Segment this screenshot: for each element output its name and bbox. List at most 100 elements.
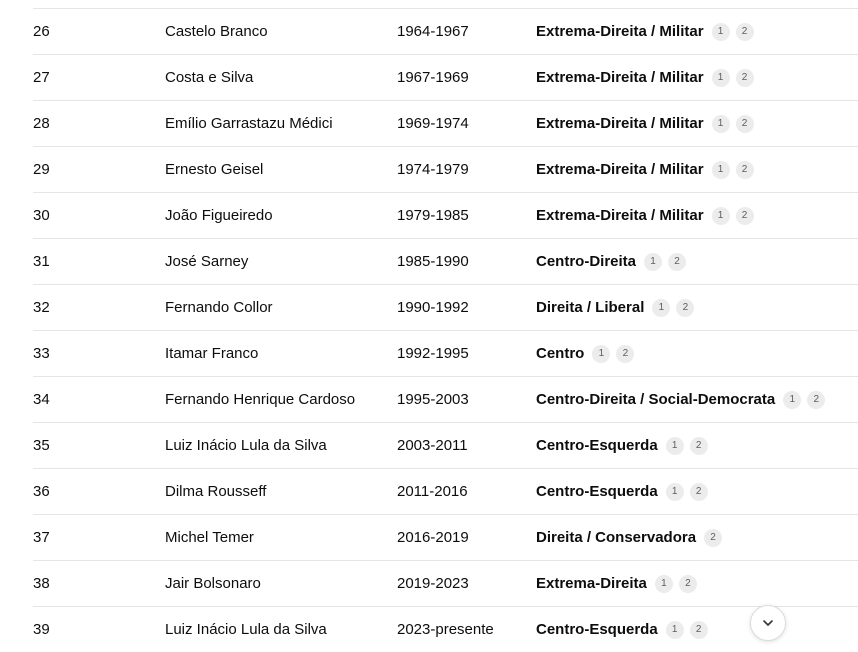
citation-badge[interactable]: 1: [652, 298, 671, 317]
political-orientation: Centro-Direita: [536, 253, 637, 270]
president-name: Fernando Henrique Cardoso: [165, 391, 356, 408]
table-row: 38 Jair Bolsonaro 2019-2023 Extrema-Direita…: [33, 561, 858, 607]
president-name: Michel Temer: [165, 529, 254, 546]
citation-badge[interactable]: 1: [711, 22, 730, 41]
orientation-cell: Extrema-Direita / Militar 1 2: [536, 9, 754, 54]
political-orientation: Direita / Conservadora: [536, 529, 697, 546]
citation-badge[interactable]: 1: [644, 252, 663, 271]
citation-badge[interactable]: 2: [668, 252, 687, 271]
term-period: 1964-1967: [397, 23, 469, 40]
president-name: Luiz Inácio Lula da Silva: [165, 621, 327, 638]
table-row: 26 Castelo Branco 1964-1967 Extrema-Direita…: [33, 9, 858, 55]
row-number: 38: [33, 575, 50, 592]
orientation-cell: Centro-Esquerda 1 2: [536, 423, 708, 468]
table-row: 34 Fernando Henrique Cardoso 1995-2003 Cent…: [33, 377, 858, 423]
chevron-down-icon: [763, 620, 773, 626]
orientation-cell: Centro-Direita 1 2: [536, 239, 687, 284]
citation-badge[interactable]: 2: [735, 160, 754, 179]
citation-badge[interactable]: 1: [665, 482, 684, 501]
presidents-table: 26 Castelo Branco 1964-1967 Extrema-Direita…: [33, 0, 858, 652]
citation-badge[interactable]: 2: [689, 482, 708, 501]
row-number: 27: [33, 69, 50, 86]
political-orientation: Centro-Esquerda: [536, 621, 658, 638]
citation-badge[interactable]: 1: [654, 574, 673, 593]
president-name: Ernesto Geisel: [165, 161, 264, 178]
president-name: Itamar Franco: [165, 345, 259, 362]
president-name: Costa e Silva: [165, 69, 254, 86]
term-period: 2016-2019: [397, 529, 469, 546]
term-period: 1969-1974: [397, 115, 469, 132]
citation-badge[interactable]: 2: [735, 22, 754, 41]
citation-badge[interactable]: 1: [711, 160, 730, 179]
citation-badge[interactable]: 2: [735, 68, 754, 87]
political-orientation: Extrema-Direita / Militar: [536, 207, 704, 224]
orientation-cell: Direita / Conservadora 2: [536, 515, 723, 560]
president-name: João Figueiredo: [165, 207, 273, 224]
political-orientation: Extrema-Direita: [536, 575, 647, 592]
citation-badge[interactable]: 1: [665, 620, 684, 639]
table-row: 27 Costa e Silva 1967-1969 Extrema-Direita …: [33, 55, 858, 101]
political-orientation: Extrema-Direita / Militar: [536, 115, 704, 132]
term-period: 2023-presente: [397, 621, 494, 638]
orientation-cell: Extrema-Direita / Militar 1 2: [536, 55, 754, 100]
president-name: Luiz Inácio Lula da Silva: [165, 437, 327, 454]
table-row: 30 João Figueiredo 1979-1985 Extrema-Direit…: [33, 193, 858, 239]
citation-badge[interactable]: 2: [735, 114, 754, 133]
political-orientation: Extrema-Direita / Militar: [536, 161, 704, 178]
president-name: Emílio Garrastazu Médici: [165, 115, 333, 132]
term-period: 1974-1979: [397, 161, 469, 178]
citation-badge[interactable]: 1: [665, 436, 684, 455]
row-number: 31: [33, 253, 50, 270]
scroll-to-bottom-button[interactable]: [750, 605, 786, 641]
citation-badge[interactable]: 1: [783, 390, 802, 409]
table-row: 31 José Sarney 1985-1990 Centro-Direita 1 2: [33, 239, 858, 285]
table-row: 35 Luiz Inácio Lula da Silva 2003-2011 Cent…: [33, 423, 858, 469]
row-number: 29: [33, 161, 50, 178]
citation-badge[interactable]: 2: [807, 390, 826, 409]
term-period: 1985-1990: [397, 253, 469, 270]
table-row: 36 Dilma Rousseff 2011-2016 Centro-Esquerda…: [33, 469, 858, 515]
row-number: 35: [33, 437, 50, 454]
citation-badge[interactable]: 2: [689, 436, 708, 455]
table-row: 37 Michel Temer 2016-2019 Direita / Conserv…: [33, 515, 858, 561]
term-period: 1995-2003: [397, 391, 469, 408]
row-number: 36: [33, 483, 50, 500]
citation-badge[interactable]: 2: [678, 574, 697, 593]
term-period: 1992-1995: [397, 345, 469, 362]
citation-badge[interactable]: 1: [592, 344, 611, 363]
citation-badge[interactable]: 2: [689, 620, 708, 639]
table-top-divider: [33, 0, 858, 9]
orientation-cell: Centro 1 2: [536, 331, 635, 376]
political-orientation: Centro-Esquerda: [536, 483, 658, 500]
term-period: 2011-2016: [397, 483, 468, 500]
president-name: Jair Bolsonaro: [165, 575, 261, 592]
citation-badge[interactable]: 2: [676, 298, 695, 317]
table-row: 39 Luiz Inácio Lula da Silva 2023-presente…: [33, 607, 858, 652]
citation-badge[interactable]: 1: [711, 114, 730, 133]
orientation-cell: Extrema-Direita / Militar 1 2: [536, 101, 754, 146]
table-row: 32 Fernando Collor 1990-1992 Direita / Libe…: [33, 285, 858, 331]
row-number: 28: [33, 115, 50, 132]
citation-badge[interactable]: 1: [711, 206, 730, 225]
row-number: 37: [33, 529, 50, 546]
citation-badge[interactable]: 2: [616, 344, 635, 363]
orientation-cell: Centro-Esquerda 1 2: [536, 469, 708, 514]
political-orientation: Direita / Liberal: [536, 299, 645, 316]
row-number: 30: [33, 207, 50, 224]
president-name: José Sarney: [165, 253, 249, 270]
table-row: 33 Itamar Franco 1992-1995 Centro 1 2: [33, 331, 858, 377]
row-number: 33: [33, 345, 50, 362]
political-orientation: Centro-Esquerda: [536, 437, 658, 454]
term-period: 2019-2023: [397, 575, 469, 592]
citation-badge[interactable]: 2: [735, 206, 754, 225]
row-number: 34: [33, 391, 50, 408]
term-period: 1967-1969: [397, 69, 469, 86]
citation-badge[interactable]: 1: [711, 68, 730, 87]
orientation-cell: Extrema-Direita 1 2: [536, 561, 697, 606]
row-number: 26: [33, 23, 50, 40]
citation-badge[interactable]: 2: [704, 528, 723, 547]
president-name: Fernando Collor: [165, 299, 273, 316]
political-orientation: Extrema-Direita / Militar: [536, 23, 704, 40]
row-number: 39: [33, 621, 50, 638]
political-orientation: Centro-Direita / Social-Democrata: [536, 391, 776, 408]
